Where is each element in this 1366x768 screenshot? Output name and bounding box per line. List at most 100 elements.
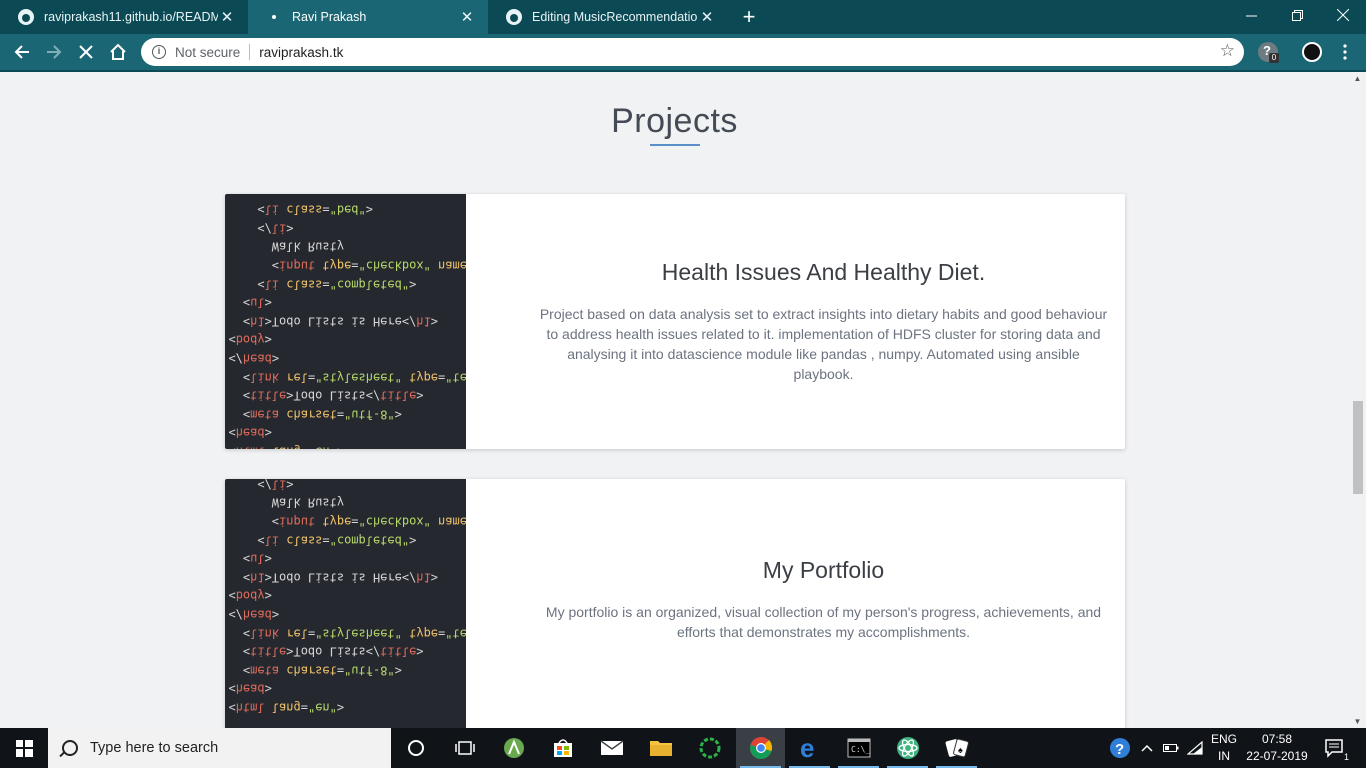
android-studio-icon	[503, 738, 524, 758]
terminal-app[interactable]: C:\_	[834, 728, 883, 768]
chrome-app[interactable]	[736, 728, 785, 768]
stop-icon	[79, 45, 93, 59]
close-icon[interactable]: ✕	[458, 8, 476, 26]
security-label: Not secure	[175, 44, 241, 60]
chevron-up-icon	[1141, 744, 1153, 752]
tab-ravi-prakash[interactable]: Ravi Prakash ✕	[248, 0, 488, 34]
forward-button[interactable]	[41, 40, 67, 64]
close-icon	[1337, 9, 1349, 21]
tab-title: Editing MusicRecommendationSy	[532, 10, 698, 24]
show-hidden-icons-button[interactable]	[1136, 728, 1158, 768]
clock-date: 22-07-2019	[1246, 749, 1308, 763]
restore-button[interactable]	[1274, 0, 1320, 30]
task-view-icon	[454, 741, 475, 755]
scroll-down-arrow-icon[interactable]: ▼	[1349, 717, 1366, 726]
new-tab-button[interactable]: +	[736, 4, 762, 30]
svg-text:e: e	[800, 736, 814, 760]
taskbar: Type here to search e C:\_ ♠ ? ENG IN 07…	[0, 728, 1366, 768]
tab-editing[interactable]: Editing MusicRecommendationSy ✕	[488, 0, 728, 34]
svg-text:C:\_: C:\_	[851, 745, 870, 754]
minimize-button[interactable]	[1228, 0, 1274, 30]
language-indicator[interactable]: ENG IN	[1206, 731, 1242, 765]
circular-app-icon	[699, 737, 720, 759]
github-icon	[506, 9, 522, 25]
battery-icon	[1163, 744, 1179, 752]
atom-icon	[896, 737, 919, 759]
code-image: <html lang="en"> <head> <meta charset="u…	[228, 202, 466, 449]
store-icon	[553, 739, 572, 757]
close-icon[interactable]: ✕	[698, 8, 716, 26]
mail-app[interactable]	[587, 728, 636, 768]
github-icon	[18, 9, 34, 25]
page-viewport[interactable]: Projects <html lang="en"> <head> <meta c…	[0, 72, 1366, 728]
cards-icon: ♠	[945, 738, 969, 758]
home-button[interactable]	[105, 40, 131, 64]
project-card[interactable]: <html lang="en"> <head> <meta charset="u…	[225, 479, 1125, 728]
solitaire-app[interactable]: ♠	[932, 728, 981, 768]
title-underline	[650, 144, 700, 146]
chrome-icon	[749, 737, 772, 759]
vertical-scrollbar[interactable]: ▲ ▼	[1349, 72, 1366, 728]
project-content: My Portfolio My portfolio is an organize…	[466, 479, 1125, 728]
battery-button[interactable]	[1160, 728, 1182, 768]
bookmark-star-icon[interactable]: ☆	[1220, 41, 1235, 61]
project-card[interactable]: <html lang="en"> <head> <meta charset="u…	[225, 194, 1125, 449]
atom-app[interactable]	[883, 728, 932, 768]
arrow-left-icon	[14, 45, 29, 59]
tab-title: Ravi Prakash	[292, 10, 367, 24]
help-icon: ?	[1110, 738, 1130, 758]
mail-icon	[600, 740, 623, 755]
edge-app[interactable]: e	[785, 728, 834, 768]
browser-tab-strip: raviprakash11.github.io/README ✕ Ravi Pr…	[0, 0, 1366, 34]
scrollbar-thumb[interactable]	[1353, 401, 1363, 494]
project-thumbnail: <html lang="en"> <head> <meta charset="u…	[225, 479, 466, 728]
start-button[interactable]	[0, 728, 48, 768]
extension-badge: 0	[1269, 53, 1279, 63]
store-app[interactable]	[538, 728, 587, 768]
scroll-up-arrow-icon[interactable]: ▲	[1349, 74, 1366, 83]
notification-count: 1	[1343, 752, 1349, 762]
network-button[interactable]	[1184, 728, 1206, 768]
cortana-button[interactable]	[391, 728, 440, 768]
folder-icon	[649, 741, 672, 756]
help-tray-button[interactable]: ?	[1106, 728, 1134, 768]
region-code: IN	[1218, 749, 1230, 763]
terminal-icon: C:\_	[847, 738, 870, 758]
tab-readme[interactable]: raviprakash11.github.io/README ✕	[0, 0, 248, 34]
edge-icon: e	[800, 736, 814, 760]
profile-avatar[interactable]	[1302, 42, 1322, 62]
svg-text:?: ?	[1115, 741, 1124, 758]
extension-icon[interactable]: ? 0	[1258, 42, 1279, 63]
taskbar-search-box[interactable]: Type here to search	[48, 728, 391, 768]
action-center-button[interactable]: 1	[1318, 728, 1352, 768]
project-title: My Portfolio	[762, 557, 885, 583]
file-explorer-app[interactable]	[636, 728, 685, 768]
green-app[interactable]	[685, 728, 734, 768]
url-text[interactable]: raviprakash.tk	[259, 45, 343, 60]
windows-logo-icon	[15, 739, 33, 757]
more-vertical-icon	[1343, 44, 1347, 60]
section-title: Projects	[611, 102, 738, 140]
stop-loading-button[interactable]	[73, 40, 99, 64]
info-icon[interactable]: i	[152, 45, 166, 59]
language-code: ENG	[1210, 732, 1237, 746]
clock-time: 07:58	[1261, 732, 1293, 746]
android-studio-app[interactable]	[489, 728, 538, 768]
project-title: Health Issues And Healthy Diet.	[661, 259, 986, 285]
close-icon[interactable]: ✕	[218, 8, 236, 26]
task-view-button[interactable]	[440, 728, 489, 768]
search-icon	[62, 740, 78, 756]
back-button[interactable]	[9, 40, 35, 64]
address-bar[interactable]: i Not secure raviprakash.tk ☆	[141, 38, 1244, 66]
project-description: My portfolio is an organized, visual col…	[545, 604, 1102, 640]
project-description: Project based on data analysis set to ex…	[539, 306, 1108, 382]
close-window-button[interactable]	[1320, 0, 1366, 30]
cortana-icon	[407, 740, 424, 756]
menu-button[interactable]	[1332, 40, 1358, 64]
clock[interactable]: 07:58 22-07-2019	[1240, 731, 1314, 765]
browser-toolbar: i Not secure raviprakash.tk ☆ ? 0	[0, 34, 1366, 70]
home-icon	[110, 43, 126, 60]
code-image: <html lang="en"> <head> <meta charset="u…	[228, 479, 466, 715]
arrow-right-icon	[47, 45, 62, 59]
loading-icon	[266, 9, 282, 25]
